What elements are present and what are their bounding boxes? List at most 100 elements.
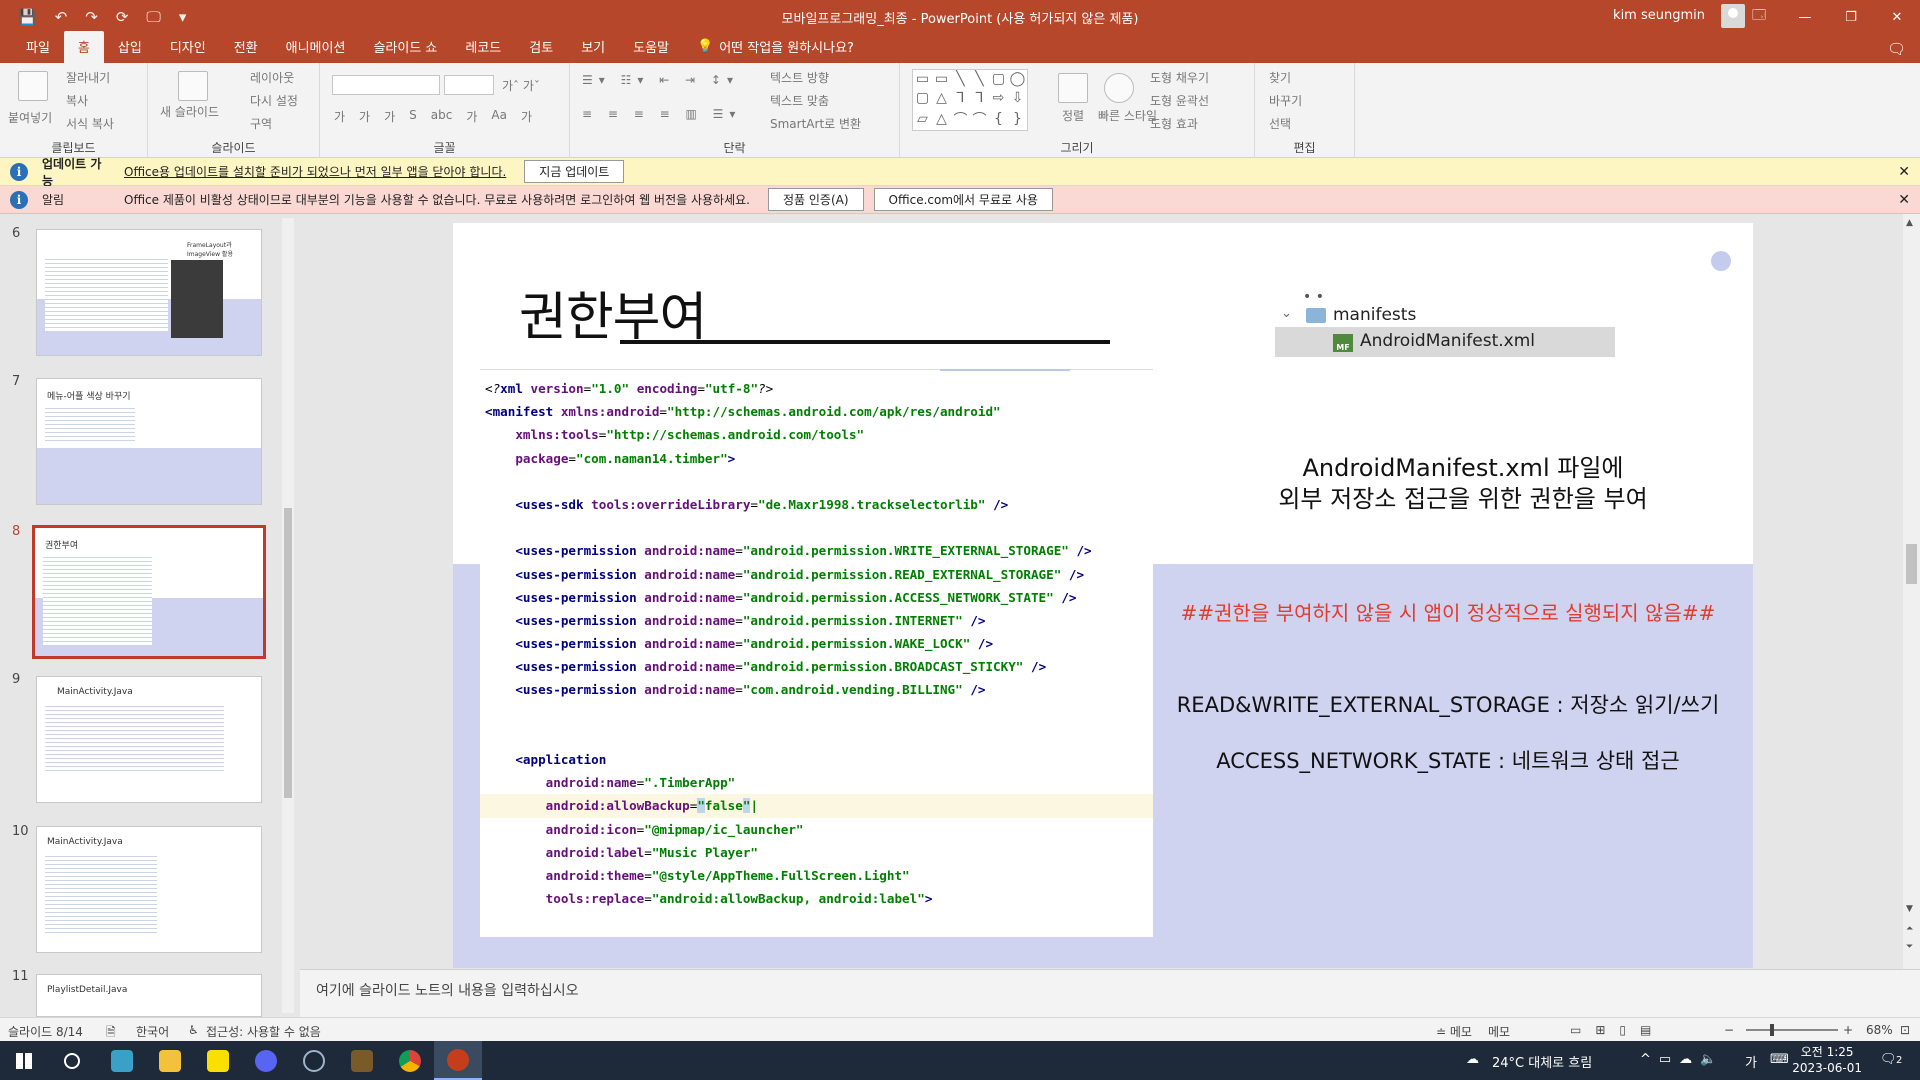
arrange-button[interactable]: 정렬 (1062, 107, 1084, 124)
weather-icon[interactable]: ☁ (1466, 1052, 1479, 1067)
strikethrough-icon[interactable]: abc (431, 108, 453, 125)
fit-slide-icon[interactable]: ⊡ (1900, 1023, 1910, 1037)
layout-button[interactable]: 레이아웃 (250, 69, 294, 86)
activate-button[interactable]: 정품 인증(A) (767, 188, 864, 211)
windows-start-icon[interactable] (0, 1041, 48, 1080)
font-name-box[interactable] (332, 75, 440, 95)
update-now-button[interactable]: 지금 업데이트 (524, 160, 625, 183)
chrome-icon[interactable] (386, 1041, 434, 1080)
replace-button[interactable]: 바꾸기 (1269, 92, 1302, 109)
slide-thumbnail[interactable]: MainActivity.Java (36, 826, 262, 953)
slide-thumbnail[interactable]: FrameLayout과 ImageView 활용 (36, 229, 262, 356)
comments-toggle[interactable]: 메모 (1488, 1023, 1510, 1040)
shape-effects-button[interactable]: 도형 효과 (1150, 115, 1198, 132)
permission-note[interactable]: ACCESS_NETWORK_STATE : 네트워크 상태 접근 (1143, 745, 1753, 775)
app-icon[interactable] (98, 1041, 146, 1080)
project-tree-screenshot[interactable]: • • ⌄ manifests MF AndroidManifest.xml (1275, 289, 1615, 364)
restore-button[interactable]: ❐ (1828, 0, 1874, 34)
slide-thumbnail[interactable]: PlaylistDetail.Java (36, 974, 262, 1017)
language-indicator[interactable]: 한국어 (136, 1023, 169, 1040)
comment-icon[interactable]: 🗨 (1887, 40, 1906, 58)
office-web-button[interactable]: Office.com에서 무료로 사용 (873, 188, 1053, 211)
notes-pane[interactable]: 여기에 슬라이드 노트의 내용을 입력하십시오 (300, 969, 1920, 1017)
thumbnail-scrollbar[interactable] (282, 218, 294, 1013)
new-slide-button[interactable]: 새 슬라이드 (160, 103, 219, 120)
scroll-down-icon[interactable]: ▼ (1906, 904, 1913, 914)
code-screenshot[interactable]: <?xml version="1.0" encoding="utf-8"?> <… (480, 369, 1153, 937)
ime-indicator[interactable]: 가 (1745, 1052, 1757, 1071)
tab-review[interactable]: 검토 (515, 31, 567, 63)
copy-button[interactable]: 복사 (66, 92, 88, 109)
tab-slideshow[interactable]: 슬라이드 쇼 (359, 31, 451, 63)
font-color-icon[interactable]: 가 (521, 108, 532, 125)
kakaotalk-icon[interactable] (194, 1041, 242, 1080)
new-slide-icon[interactable] (178, 71, 208, 101)
description-text[interactable]: AndroidManifest.xml 파일에 외부 저장소 접근을 위한 권한… (1223, 453, 1703, 515)
game-icon[interactable] (338, 1041, 386, 1080)
shape-fill-button[interactable]: 도형 채우기 (1150, 69, 1209, 86)
font-size-box[interactable] (444, 75, 494, 95)
tab-animations[interactable]: 애니메이션 (272, 31, 360, 63)
keyboard-icon[interactable]: ⌨ (1770, 1052, 1789, 1067)
italic-icon[interactable]: 가 (359, 108, 370, 125)
select-button[interactable]: 선택 (1269, 115, 1291, 132)
section-button[interactable]: 구역 (250, 115, 272, 132)
zoom-slider[interactable] (1746, 1029, 1838, 1031)
steam-icon[interactable] (290, 1041, 338, 1080)
underline-icon[interactable]: 가 (384, 108, 395, 125)
shape-outline-button[interactable]: 도형 윤곽선 (1150, 92, 1209, 109)
text-direction-button[interactable]: 텍스트 방향 (770, 69, 829, 86)
zoom-slider-thumb[interactable] (1770, 1024, 1774, 1036)
close-icon[interactable]: ✕ (1898, 192, 1910, 208)
char-spacing-icon[interactable]: 가 (466, 108, 477, 125)
scroll-up-icon[interactable]: ▲ (1906, 218, 1913, 228)
accessibility-status[interactable]: 접근성: 사용할 수 없음 (206, 1023, 321, 1040)
close-button[interactable]: ✕ (1874, 0, 1920, 34)
zoom-level[interactable]: 68% (1866, 1023, 1893, 1037)
cut-button[interactable]: 잘라내기 (66, 69, 110, 86)
view-buttons[interactable]: ▭⊞▯▤ (1570, 1023, 1665, 1037)
warning-text[interactable]: ##권한을 부여하지 않을 시 앱이 정상적으로 실행되지 않음## (1143, 597, 1753, 626)
tab-help[interactable]: 도움말 (619, 31, 683, 63)
tab-transitions[interactable]: 전환 (220, 31, 272, 63)
permission-note[interactable]: READ&WRITE_EXTERNAL_STORAGE : 저장소 읽기/쓰기 (1143, 689, 1753, 719)
tab-record[interactable]: 레코드 (451, 31, 515, 63)
tray-icons[interactable]: ^▭☁🔈 (1640, 1052, 1724, 1067)
paste-button[interactable]: 붙여넣기 (8, 109, 52, 126)
zoom-out-icon[interactable]: − (1724, 1023, 1734, 1037)
notification-icon[interactable]: 🗨 (1880, 1052, 1897, 1067)
tab-view[interactable]: 보기 (567, 31, 619, 63)
slide-thumbnail[interactable]: MainActivity.Java (36, 676, 262, 803)
arrange-icon[interactable] (1058, 73, 1088, 103)
notes-toggle[interactable]: ≐ 메모 (1436, 1023, 1472, 1040)
tab-design[interactable]: 디자인 (156, 31, 220, 63)
discord-icon[interactable] (242, 1041, 290, 1080)
prev-slide-icon[interactable]: ⏶ (1906, 924, 1913, 934)
slide-canvas[interactable]: 권한부여 <?xml version="1.0" encoding="utf-8… (453, 223, 1753, 968)
align-icons[interactable]: ≡ ≡ ≡ ≡ ▥ ☰▾ (582, 107, 741, 121)
editor-scrollbar[interactable]: ▲ ▼ ⏶ ⏷ (1903, 214, 1920, 969)
grow-font-icon[interactable]: 가ˆ 가ˇ (502, 77, 540, 94)
shadow-icon[interactable]: S (409, 108, 417, 125)
tab-home[interactable]: 홈 (63, 31, 104, 63)
shapes-gallery[interactable]: ▭ ▭ ╲ ╲ ▢ ◯ ▢ △ ⅂ ⅂ ⇨ ⇩ ▱ △ ⌒ ⌒{} (912, 69, 1028, 131)
file-explorer-icon[interactable] (146, 1041, 194, 1080)
slide-thumbnail-selected[interactable]: 권한부여 (32, 525, 266, 659)
next-slide-icon[interactable]: ⏷ (1906, 942, 1913, 952)
change-case-icon[interactable]: Aa (491, 108, 507, 125)
list-icons[interactable]: ☰▾ ☷▾ ⇤ ⇥ ↕▾ (582, 73, 739, 87)
powerpoint-icon[interactable] (434, 1041, 482, 1080)
quick-styles-button[interactable]: 빠른 스타일 (1098, 107, 1157, 124)
minimize-button[interactable]: — (1782, 0, 1828, 34)
tab-file[interactable]: 파일 (12, 31, 64, 63)
slide-thumbnail[interactable]: 메뉴-어플 색상 바꾸기 (36, 378, 262, 505)
smartart-button[interactable]: SmartArt로 변환 (770, 115, 861, 132)
format-painter-button[interactable]: 서식 복사 (66, 115, 114, 132)
bold-icon[interactable]: 가 (334, 108, 345, 125)
scrollbar-thumb[interactable] (1906, 544, 1917, 584)
ribbon-display-icon[interactable]: 🗔 (1736, 0, 1782, 34)
align-text-button[interactable]: 텍스트 맞춤 (770, 92, 829, 109)
clock[interactable]: 오전 1:25 2023-06-01 (1792, 1044, 1862, 1076)
quick-styles-icon[interactable] (1104, 73, 1134, 103)
paste-icon[interactable] (18, 71, 48, 101)
